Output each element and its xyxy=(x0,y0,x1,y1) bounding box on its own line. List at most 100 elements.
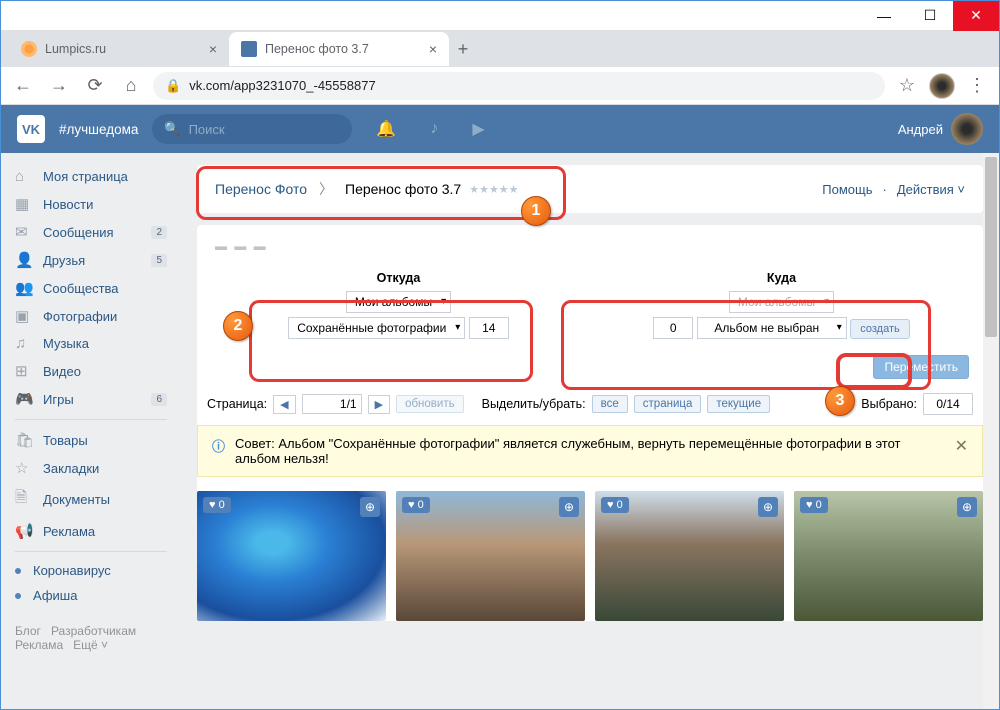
sidebar-item-corona[interactable]: Коронавирус xyxy=(7,558,175,583)
groups-icon: 👥 xyxy=(15,279,33,297)
tip-close-icon[interactable]: ✕ xyxy=(955,436,968,456)
footer-link[interactable]: Блог xyxy=(15,624,41,638)
sidebar-item-market[interactable]: 🛍Товары xyxy=(7,426,175,454)
sidebar-item-news[interactable]: ▦Новости xyxy=(7,190,175,218)
page-prev[interactable]: ◀ xyxy=(273,395,295,414)
move-button[interactable]: Переместить xyxy=(873,355,969,379)
sidebar-item-groups[interactable]: 👥Сообщества xyxy=(7,274,175,302)
create-button[interactable]: создать xyxy=(850,319,909,339)
star-icon: ☆ xyxy=(15,459,33,477)
browser-profile-avatar[interactable] xyxy=(929,73,955,99)
to-select-album[interactable]: Альбом не выбран xyxy=(697,317,847,339)
zoom-icon[interactable]: ⊕ xyxy=(957,497,977,517)
friends-icon: 👤 xyxy=(15,251,33,269)
sidebar-item-afisha[interactable]: Афиша xyxy=(7,583,175,608)
rating-stars[interactable]: ★★★★★ xyxy=(469,183,518,196)
select-all[interactable]: все xyxy=(592,395,628,413)
footer-link[interactable]: Разработчикам xyxy=(51,624,136,638)
scrollbar[interactable] xyxy=(983,153,999,709)
window-maximize[interactable]: ☐ xyxy=(907,1,953,31)
from-select-album[interactable]: Сохранённые фотографии xyxy=(288,317,465,339)
tip-banner: ⓘ Совет: Альбом "Сохранённые фотографии"… xyxy=(197,425,983,477)
like-badge[interactable]: ♥ 0 xyxy=(800,497,828,513)
vk-header: VK #лучшедома 🔍 Поиск 🔔 ♪ ▶ Андрей xyxy=(1,105,999,153)
url-text: vk.com/app3231070_-45558877 xyxy=(189,78,375,93)
page-label: Страница: xyxy=(207,397,267,411)
page-input[interactable] xyxy=(302,394,362,414)
sidebar-item-music[interactable]: ♫Музыка xyxy=(7,330,175,357)
forward-button[interactable]: → xyxy=(45,72,73,100)
select-page[interactable]: страница xyxy=(634,395,702,413)
scroll-thumb[interactable] xyxy=(985,157,997,337)
news-icon: ▦ xyxy=(15,195,33,213)
from-select-scope[interactable]: Мои альбомы xyxy=(346,291,451,313)
photo-thumb[interactable]: ♥ 0 ⊕ xyxy=(197,491,386,621)
tab-title: Перенос фото 3.7 xyxy=(265,42,369,56)
notifications-icon[interactable]: 🔔 xyxy=(366,119,406,139)
actions-dropdown[interactable]: Действия ˅ xyxy=(897,182,965,197)
like-badge[interactable]: ♥ 0 xyxy=(402,497,430,513)
sidebar-item-photos[interactable]: ▣Фотографии xyxy=(7,302,175,330)
sidebar-item-messages[interactable]: ✉Сообщения2 xyxy=(7,218,175,246)
browser-tab[interactable]: Lumpics.ru × xyxy=(9,32,229,66)
search-placeholder: Поиск xyxy=(189,122,225,137)
to-column: Куда Мои альбомы 0 Альбом не выбран созд… xyxy=(590,271,973,339)
sidebar-item-games[interactable]: 🎮Игры6 xyxy=(7,385,175,413)
bookmark-star-icon[interactable]: ☆ xyxy=(893,72,921,100)
zoom-icon[interactable]: ⊕ xyxy=(360,497,380,517)
back-button[interactable]: ← xyxy=(9,72,37,100)
zoom-icon[interactable]: ⊕ xyxy=(559,497,579,517)
photo-thumb[interactable]: ♥ 0 ⊕ xyxy=(595,491,784,621)
main-content: Перенос Фото 〉 Перенос фото 3.7 ★★★★★ По… xyxy=(181,153,999,709)
like-badge[interactable]: ♥ 0 xyxy=(601,497,629,513)
to-title: Куда xyxy=(590,271,973,285)
zoom-icon[interactable]: ⊕ xyxy=(758,497,778,517)
chosen-count: 0/14 xyxy=(923,393,973,415)
like-badge[interactable]: ♥ 0 xyxy=(203,497,231,513)
sidebar-item-friends[interactable]: 👤Друзья5 xyxy=(7,246,175,274)
breadcrumb-root[interactable]: Перенос Фото xyxy=(215,181,307,197)
home-button[interactable]: ⌂ xyxy=(117,72,145,100)
vk-logo[interactable]: VK xyxy=(17,115,45,143)
window-close[interactable]: ✕ xyxy=(953,1,999,31)
vk-username[interactable]: Андрей xyxy=(898,122,943,137)
badge: 6 xyxy=(151,393,167,406)
vk-sidebar: ⌂Моя страница ▦Новости ✉Сообщения2 👤Друз… xyxy=(1,153,181,709)
refresh-button[interactable]: обновить xyxy=(396,395,464,413)
sidebar-item-bookmarks[interactable]: ☆Закладки xyxy=(7,454,175,482)
search-icon: 🔍 xyxy=(164,121,180,137)
photo-thumb[interactable]: ♥ 0 ⊕ xyxy=(396,491,585,621)
favicon-lumpics xyxy=(21,41,37,57)
select-current[interactable]: текущие xyxy=(707,395,770,413)
help-link[interactable]: Помощь xyxy=(822,182,872,197)
vk-avatar[interactable] xyxy=(951,113,983,145)
sidebar-item-docs[interactable]: 🗎Документы xyxy=(7,482,175,517)
sidebar-item-mypage[interactable]: ⌂Моя страница xyxy=(7,163,175,190)
vk-search-input[interactable]: 🔍 Поиск xyxy=(152,114,352,144)
sidebar-item-ads[interactable]: 📢Реклама xyxy=(7,517,175,545)
footer-link[interactable]: Реклама xyxy=(15,638,63,652)
sidebar-footer: Блог Разработчикам Реклама Ещё ˅ xyxy=(7,616,175,660)
tab-close-icon[interactable]: × xyxy=(429,41,437,57)
browser-tabstrip: Lumpics.ru × Перенос фото 3.7 × + xyxy=(1,31,999,67)
reload-button[interactable]: ⟳ xyxy=(81,72,109,100)
browser-tab-active[interactable]: Перенос фото 3.7 × xyxy=(229,32,449,66)
new-tab-button[interactable]: + xyxy=(449,35,477,63)
vk-hashtag[interactable]: #лучшедома xyxy=(59,122,138,137)
badge: 2 xyxy=(151,226,167,239)
window-titlebar: — ☐ ✕ xyxy=(1,1,999,31)
sidebar-item-video[interactable]: ⊞Видео xyxy=(7,357,175,385)
to-select-scope[interactable]: Мои альбомы xyxy=(729,291,834,313)
video-icon: ⊞ xyxy=(15,362,33,380)
window-minimize[interactable]: — xyxy=(861,1,907,31)
footer-link[interactable]: Ещё ˅ xyxy=(73,638,108,652)
breadcrumb-current: Перенос фото 3.7 xyxy=(345,181,461,197)
tab-close-icon[interactable]: × xyxy=(209,41,217,57)
photo-thumb[interactable]: ♥ 0 ⊕ xyxy=(794,491,983,621)
address-bar[interactable]: 🔒 vk.com/app3231070_-45558877 xyxy=(153,72,885,100)
play-icon[interactable]: ▶ xyxy=(462,119,494,139)
browser-menu-icon[interactable]: ⋮ xyxy=(963,72,991,100)
pager-bar: Страница: ◀ ▶ обновить Выделить/убрать: … xyxy=(197,387,983,421)
music-icon[interactable]: ♪ xyxy=(420,120,448,138)
page-next[interactable]: ▶ xyxy=(368,395,390,414)
